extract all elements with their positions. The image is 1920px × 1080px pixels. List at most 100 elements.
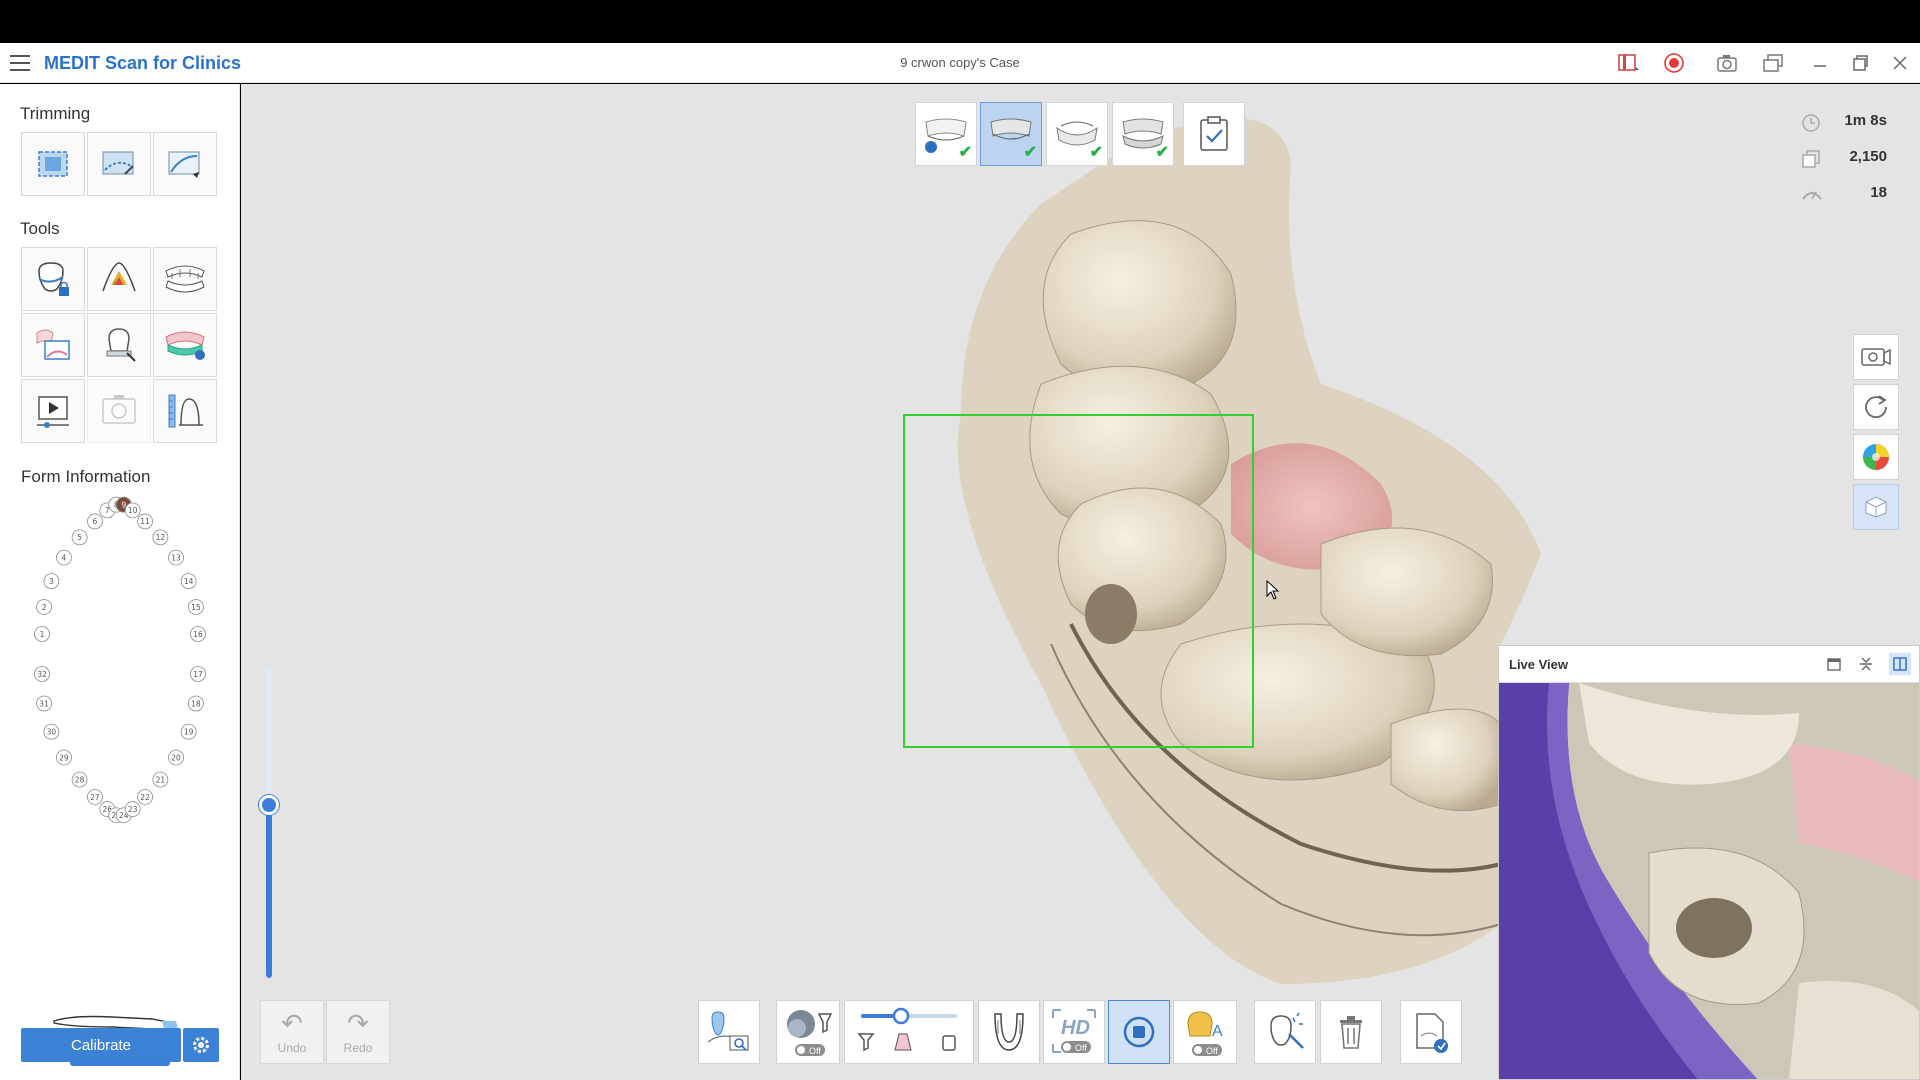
- tooth-23[interactable]: 23: [124, 801, 141, 817]
- record-icon[interactable]: [1657, 49, 1691, 77]
- tooth-29[interactable]: 29: [56, 749, 72, 766]
- tooth-28[interactable]: 28: [71, 771, 88, 788]
- tooth-15[interactable]: 15: [188, 599, 204, 615]
- menu-icon[interactable]: [10, 55, 30, 71]
- svg-text:10: 10: [128, 506, 138, 515]
- redo-button[interactable]: ↷ Redo: [326, 1000, 390, 1064]
- scan-depth-slider-handle[interactable]: [259, 795, 279, 815]
- auto-tooth-icon: A Off: [1187, 1011, 1223, 1056]
- ai-filter-button[interactable]: Off: [776, 1000, 840, 1064]
- stop-scan-button[interactable]: [1108, 1000, 1170, 1064]
- tooth-6[interactable]: 6: [87, 513, 103, 530]
- mandible-stage[interactable]: ✔: [980, 102, 1042, 166]
- trim-box-button[interactable]: [21, 132, 85, 196]
- calibrate-button[interactable]: Calibrate: [21, 1028, 181, 1062]
- windows-icon[interactable]: [1756, 49, 1790, 77]
- tooth-2[interactable]: 2: [36, 599, 52, 615]
- tooth-5[interactable]: 5: [71, 529, 88, 546]
- lock-tooth-icon: [38, 262, 69, 296]
- rotate-icon: [1865, 395, 1887, 419]
- scan-count-stat: 18: [1797, 184, 1897, 204]
- occlusion-stage-2[interactable]: ✔: [1112, 102, 1174, 166]
- minimize-icon[interactable]: [1803, 49, 1837, 77]
- color-wheel-button[interactable]: [1853, 434, 1899, 480]
- live-view-collapse-button[interactable]: [1855, 653, 1877, 675]
- tooth-tip-button[interactable]: [87, 313, 151, 377]
- export-case-button[interactable]: [1400, 1000, 1462, 1064]
- video-camera-button[interactable]: [1853, 334, 1899, 380]
- color-margin-button[interactable]: [87, 247, 151, 311]
- scan-depth-slider-fill: [266, 806, 272, 978]
- svg-text:3: 3: [49, 577, 54, 586]
- review-stage[interactable]: [1183, 102, 1245, 166]
- tooth-27[interactable]: 27: [87, 789, 103, 805]
- jaw-align-button[interactable]: [153, 247, 217, 311]
- svg-text:4: 4: [62, 553, 67, 562]
- tooth-4[interactable]: 4: [56, 549, 72, 566]
- maximize-icon[interactable]: [1843, 49, 1877, 77]
- tooth-12[interactable]: 12: [152, 529, 169, 546]
- svg-text:15: 15: [191, 603, 201, 612]
- rotate-button[interactable]: [1853, 384, 1899, 430]
- measure-button[interactable]: [153, 379, 217, 443]
- arch-icon: [994, 1013, 1024, 1051]
- auto-scan-button[interactable]: A Off: [1173, 1000, 1237, 1064]
- tooth-13[interactable]: 13: [168, 549, 184, 566]
- tooth-17[interactable]: 17: [190, 666, 206, 682]
- tooth-10[interactable]: 10: [124, 502, 141, 519]
- full-arch-button[interactable]: [153, 313, 217, 377]
- tooth-31[interactable]: 31: [36, 695, 52, 712]
- trim-brush-button[interactable]: [153, 132, 217, 196]
- svg-text:27: 27: [90, 793, 100, 802]
- texture-cube-icon: [1865, 496, 1887, 518]
- photo-button[interactable]: [87, 379, 151, 443]
- hd-off-label: Off: [1075, 1043, 1087, 1053]
- tools-title: Tools: [20, 219, 60, 238]
- tooth-22[interactable]: 22: [137, 789, 153, 805]
- live-view-pin-button[interactable]: [1823, 653, 1845, 675]
- tooth-20[interactable]: 20: [168, 749, 184, 766]
- svg-text:5: 5: [77, 533, 82, 542]
- speed-gauge-icon: [1802, 191, 1822, 200]
- texture-button[interactable]: [1853, 484, 1899, 530]
- form-information-title: Form Information: [21, 467, 151, 486]
- close-icon[interactable]: [1883, 49, 1917, 77]
- occlusion-stage-1[interactable]: ✔: [1046, 102, 1108, 166]
- scan-layout-icon[interactable]: [1612, 49, 1646, 77]
- live-view-header: Live View: [1499, 646, 1919, 683]
- trim-lasso-button[interactable]: [87, 132, 151, 196]
- tooth-analysis-button[interactable]: [1254, 1000, 1316, 1064]
- calibration-settings-button[interactable]: [183, 1028, 219, 1062]
- svg-text:12: 12: [156, 533, 166, 542]
- undo-button[interactable]: ↶ Undo: [260, 1000, 324, 1064]
- clipboard-check-icon: [1200, 116, 1228, 151]
- live-view-dock-button[interactable]: [1889, 653, 1911, 675]
- tooth-21[interactable]: 21: [152, 771, 169, 788]
- filter-toggle-icon: Off: [787, 1010, 833, 1056]
- delete-button[interactable]: [1320, 1000, 1382, 1064]
- tooth-tip-icon: [106, 328, 136, 362]
- tooth-11[interactable]: 11: [137, 513, 153, 530]
- undo-icon: ↶: [281, 1008, 303, 1038]
- tooth-16[interactable]: 16: [190, 626, 206, 642]
- tooth-chart[interactable]: 1234567891011121314151632313029282726252…: [20, 494, 220, 824]
- maxilla-stage[interactable]: ✔: [915, 102, 977, 166]
- smart-color-button[interactable]: [21, 313, 85, 377]
- lock-tooth-button[interactable]: [21, 247, 85, 311]
- tooth-1[interactable]: 1: [34, 626, 50, 642]
- filter-level-control[interactable]: [844, 1000, 974, 1064]
- tooth-14[interactable]: 14: [180, 573, 197, 590]
- tooth-3[interactable]: 3: [43, 573, 60, 590]
- smart-scan-filter-button[interactable]: [698, 1000, 760, 1064]
- tooth-30[interactable]: 30: [43, 723, 60, 740]
- svg-text:17: 17: [193, 670, 203, 679]
- hd-mode-button[interactable]: HD Off: [1043, 1000, 1105, 1064]
- camera-icon[interactable]: [1710, 49, 1744, 77]
- tooth-32[interactable]: 32: [34, 666, 50, 682]
- svg-text:31: 31: [39, 699, 49, 708]
- tooth-18[interactable]: 18: [188, 695, 204, 712]
- arch-mode-button[interactable]: [978, 1000, 1040, 1064]
- play-video-button[interactable]: [21, 379, 85, 443]
- tooth-19[interactable]: 19: [180, 723, 197, 740]
- app-title: MEDIT Scan for Clinics: [44, 53, 242, 73]
